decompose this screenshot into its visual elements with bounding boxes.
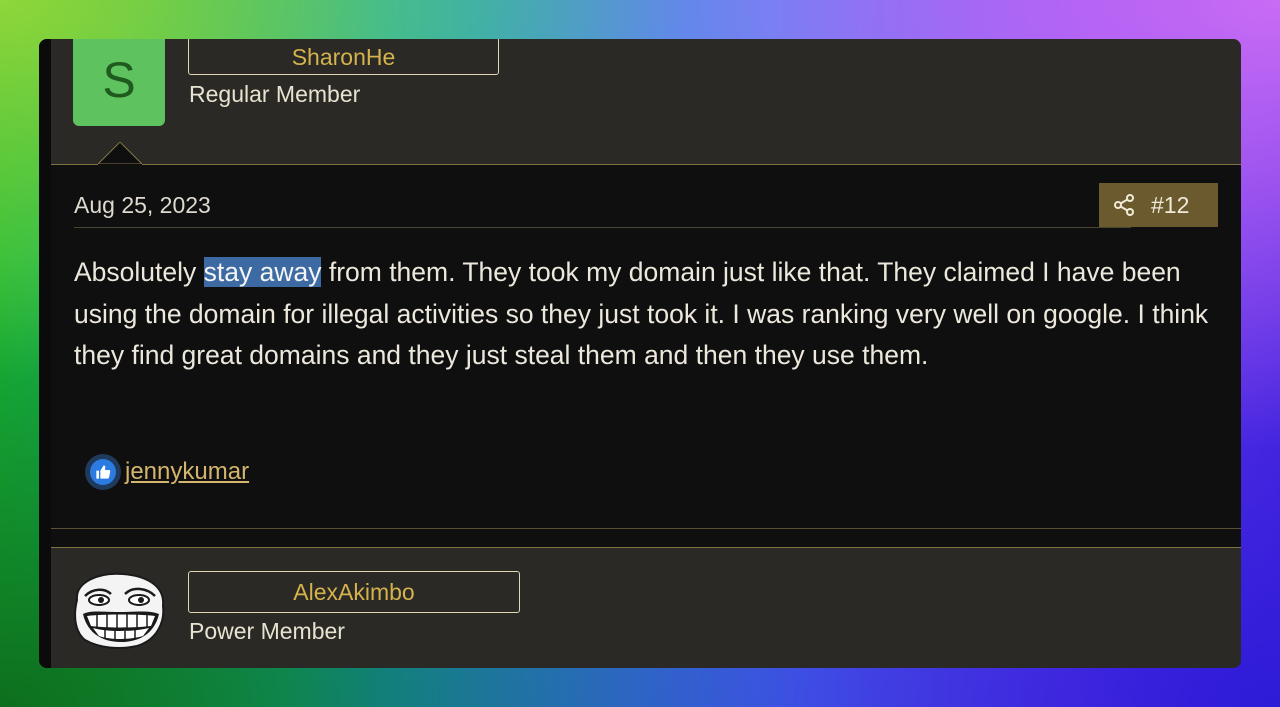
- forum-thread-window: S SharonHe Regular Member Aug 25, 2023 #…: [39, 39, 1241, 668]
- share-icon[interactable]: [1112, 193, 1136, 217]
- post-text-start: Absolutely: [74, 257, 204, 287]
- user-role: Power Member: [189, 618, 345, 644]
- side-strip: [39, 39, 51, 668]
- selected-text: stay away: [203, 257, 322, 287]
- troll-face-avatar[interactable]: [71, 570, 167, 650]
- post-author-block-alexakimbo: AlexAkimbo Power Member: [51, 547, 1241, 668]
- post-author-block-sharonhe: S SharonHe Regular Member: [51, 39, 1241, 165]
- reaction-user-link[interactable]: jennykumar: [125, 458, 249, 486]
- username-link[interactable]: SharonHe: [188, 39, 499, 75]
- post-header-divider: [74, 227, 1131, 228]
- post-date[interactable]: Aug 25, 2023: [74, 192, 211, 219]
- post-message: Absolutely stay away from them. They too…: [74, 252, 1224, 377]
- post-tools: #12: [1099, 183, 1218, 227]
- username-link[interactable]: AlexAkimbo: [188, 571, 520, 613]
- post-number-link[interactable]: #12: [1151, 192, 1189, 219]
- thumbs-up-icon: [85, 454, 121, 490]
- reactions-bar: jennykumar: [85, 454, 249, 490]
- user-role: Regular Member: [189, 81, 361, 107]
- avatar[interactable]: S: [73, 39, 165, 126]
- post-footer-divider: [51, 528, 1241, 529]
